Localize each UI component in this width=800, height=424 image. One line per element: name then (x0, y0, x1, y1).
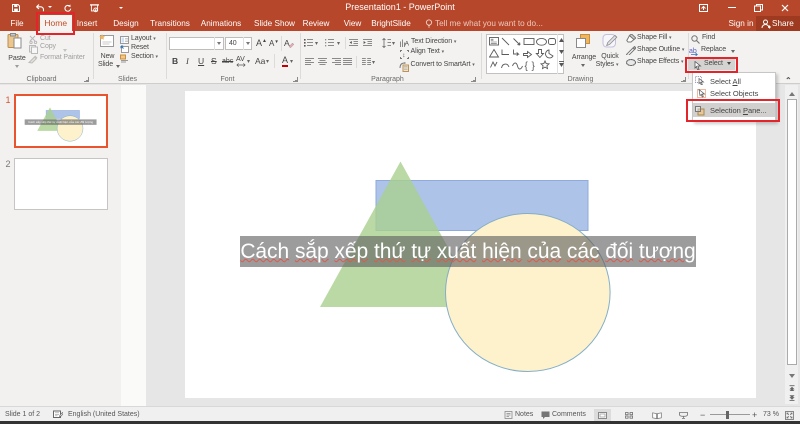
svg-text:{: { (525, 61, 529, 71)
svg-text:↕: ↕ (402, 52, 405, 59)
svg-text:ab: ab (689, 48, 697, 55)
svg-text:A: A (405, 41, 409, 48)
svg-text:}: } (532, 61, 536, 71)
